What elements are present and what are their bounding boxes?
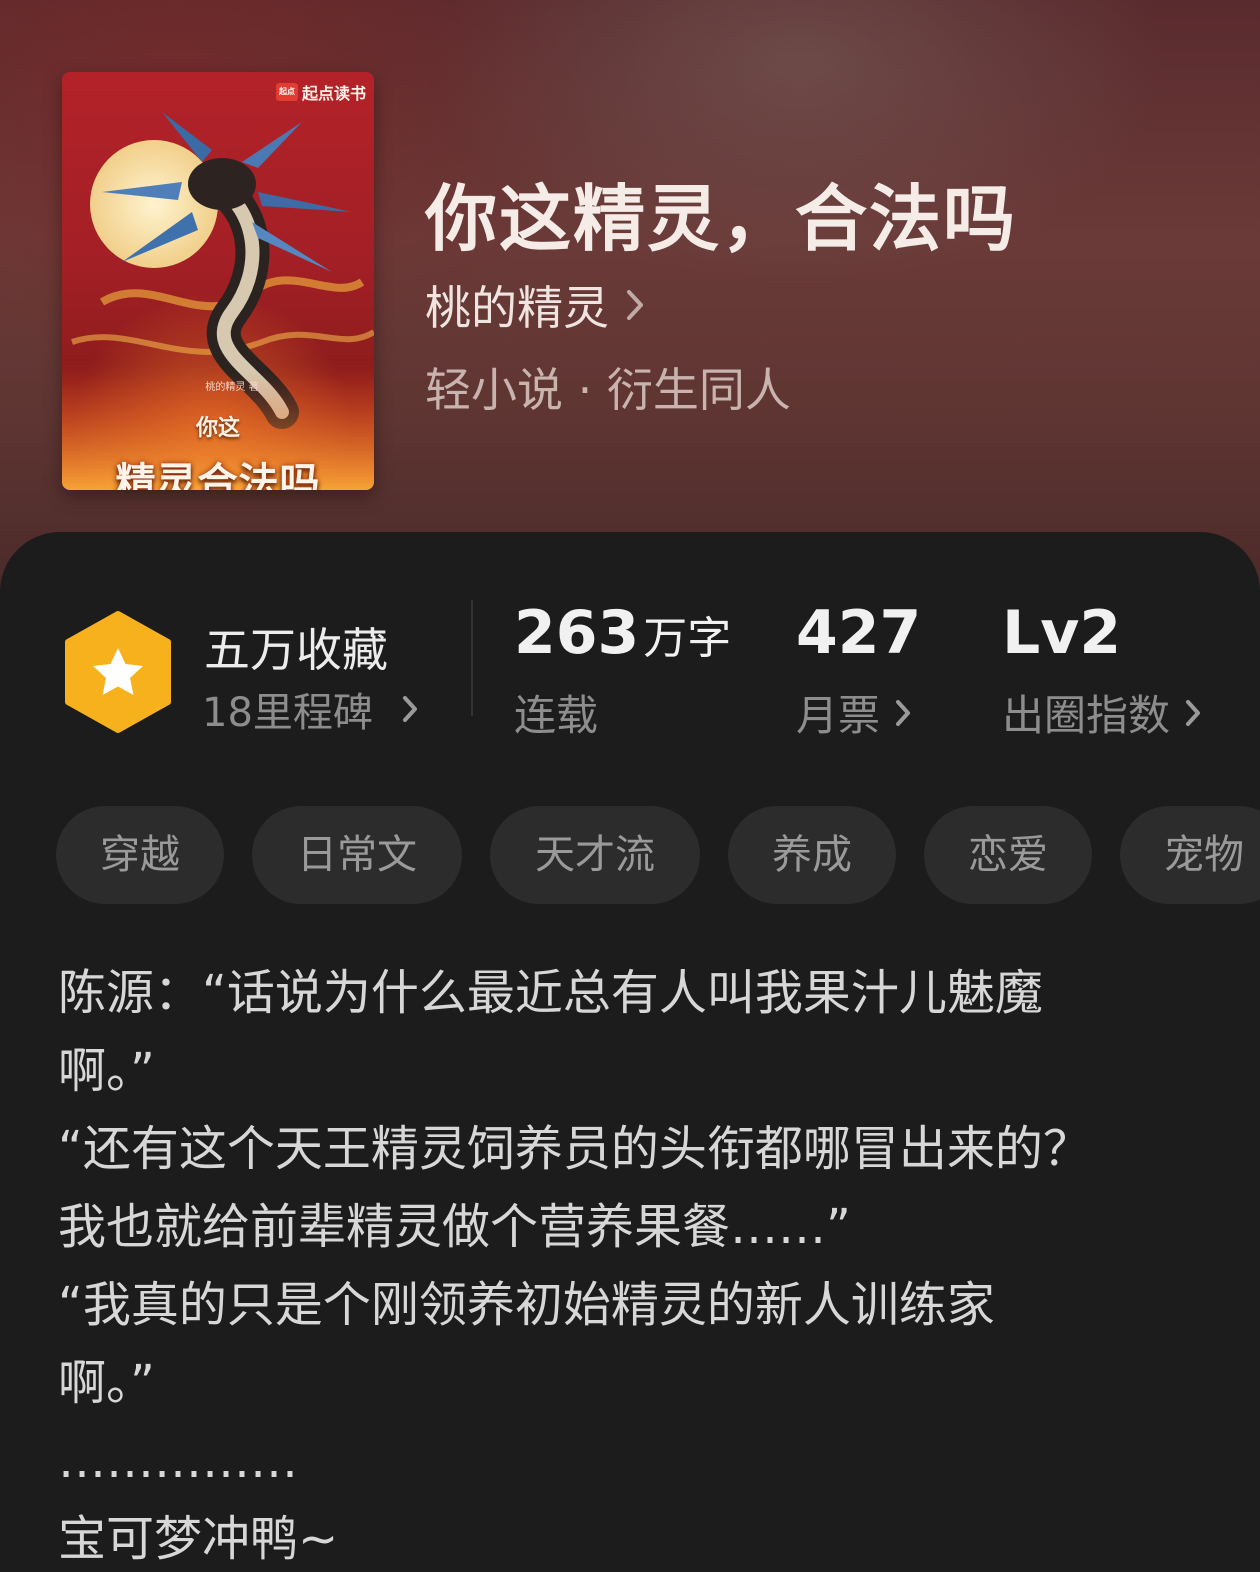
book-category: 轻小说 · 衍生同人 (425, 363, 791, 417)
tag-chip[interactable]: 养成 (728, 806, 896, 904)
cover-title-art: 精灵合法吗 (115, 459, 321, 490)
word-count-unit: 万字 (643, 613, 732, 664)
serial-status: 连载 (514, 682, 731, 743)
tag-chip[interactable]: 天才流 (490, 806, 700, 904)
breakout-index-label: 出圈指数 (1002, 691, 1171, 740)
synopsis-line: 我也就给前辈精灵做个营养果餐……” (58, 1199, 851, 1255)
synopsis-line: “还有这个天王精灵饲养员的头衔都哪冒出来的？ (58, 1121, 1091, 1177)
stats-divider (471, 600, 473, 716)
synopsis-line: 啊。” (58, 1043, 155, 1099)
cover-subtitle: 你这 (195, 416, 241, 441)
cover-brand-badge: 起点 (275, 83, 298, 101)
word-count-value: 263 万字 (514, 598, 731, 668)
tag-chip[interactable]: 宠物 (1120, 806, 1260, 904)
favorites-stat[interactable]: 五万收藏 18里程碑 (62, 608, 462, 738)
tag-chip[interactable]: 穿越 (56, 806, 224, 904)
monthly-ticket-label: 月票 (796, 691, 881, 740)
synopsis-line: 陈源：“话说为什么最近总有人叫我果汁儿魅魔 (58, 965, 1043, 1021)
chevron-right-icon (896, 699, 911, 726)
monthly-ticket-stat[interactable]: 427 月票 (796, 598, 921, 743)
favorites-title: 五万收藏 (204, 623, 388, 677)
tag-list: 穿越 日常文 天才流 养成 恋爱 宠物 (56, 806, 1260, 904)
book-title: 你这精灵，合法吗 (425, 176, 1018, 261)
synopsis-line: “我真的只是个刚领养初始精灵的新人训练家 (58, 1277, 995, 1333)
word-count-number: 263 (514, 598, 640, 668)
synopsis-line: 啊。” (58, 1355, 155, 1411)
author-name: 桃的精灵 (425, 281, 609, 335)
chevron-right-icon (1186, 699, 1201, 726)
chevron-right-icon (627, 290, 643, 320)
breakout-index-stat[interactable]: Lv2 出圈指数 (1002, 598, 1202, 743)
word-count-stat: 263 万字 连载 (514, 598, 731, 743)
synopsis-line: 宝可梦冲鸭~ (58, 1511, 339, 1567)
cover-brand-logo: 起点 起点读书 (275, 80, 366, 104)
tag-chip[interactable]: 日常文 (252, 806, 462, 904)
serial-status-label: 连载 (514, 691, 599, 740)
favorites-milestone-text: 18里程碑 (202, 690, 373, 736)
synopsis-line: …………… (58, 1433, 298, 1489)
book-cover[interactable]: 起点 起点读书 桃的精灵 著 你这 精灵合法吗 (62, 72, 374, 490)
breakout-index-label-row: 出圈指数 (1002, 682, 1202, 743)
tag-chip[interactable]: 恋爱 (924, 806, 1092, 904)
cover-author-credit: 桃的精灵 著 (205, 382, 259, 393)
breakout-index-value: Lv2 (1002, 598, 1122, 668)
favorites-milestone: 18里程碑 (202, 680, 419, 738)
chevron-right-icon (402, 696, 417, 722)
star-icon (65, 611, 171, 733)
monthly-ticket-value: 427 (796, 598, 922, 668)
monthly-ticket-label-row: 月票 (796, 682, 921, 743)
author-link[interactable]: 桃的精灵 (425, 272, 645, 338)
cover-brand-text: 起点读书 (301, 84, 366, 103)
book-synopsis[interactable]: 陈源：“话说为什么最近总有人叫我果汁儿魅魔 啊。” “还有这个天王精灵饲养员的头… (58, 960, 1218, 1572)
